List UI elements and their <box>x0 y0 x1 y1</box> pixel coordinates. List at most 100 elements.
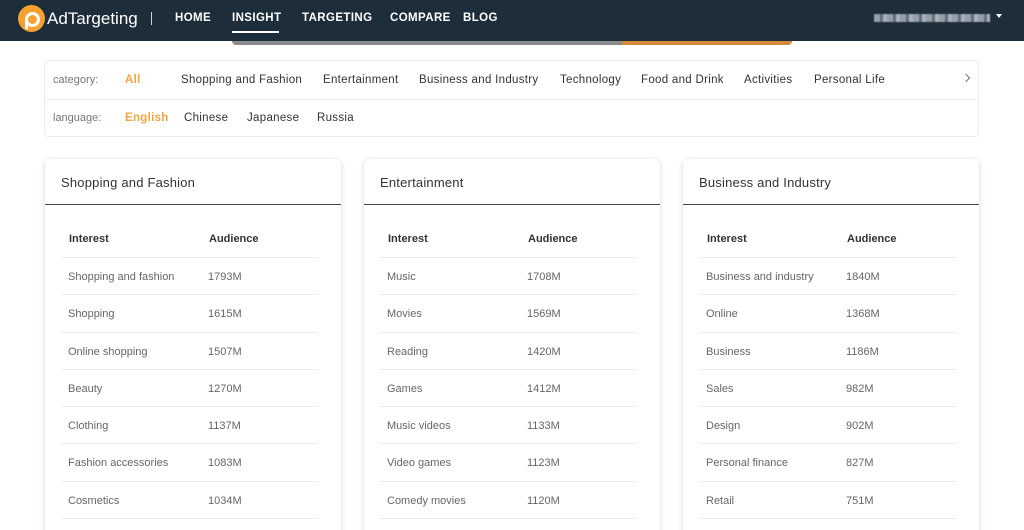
card-business-and-industry: Business and Industry Interest Audience … <box>683 159 979 530</box>
column-header-interest: Interest <box>69 233 109 245</box>
audience-value: 1507M <box>208 345 242 358</box>
audience-value: 1270M <box>208 382 242 395</box>
nav-active-indicator <box>232 31 279 33</box>
interest-name: Online shopping <box>68 345 148 358</box>
logo[interactable]: AdTargeting <box>18 5 138 32</box>
column-header-audience: Audience <box>209 233 259 245</box>
nav-blog[interactable]: BLOG <box>463 12 498 24</box>
table-row: Fashion accessories 1083M <box>61 443 318 480</box>
table-row <box>699 518 956 530</box>
nav-insight[interactable]: INSIGHT <box>232 12 281 24</box>
table-row: Clothing 1137M <box>61 406 318 443</box>
audience-value: 1034M <box>208 494 242 507</box>
audience-value: 1120M <box>527 494 560 507</box>
language-chinese[interactable]: Chinese <box>184 112 228 124</box>
interest-name: Sales <box>706 382 734 395</box>
card-shopping-and-fashion: Shopping and Fashion Interest Audience S… <box>45 159 341 530</box>
interest-name: Business and industry <box>706 271 814 283</box>
audience-value: 1569M <box>527 308 561 321</box>
table-row: Personal finance 827M <box>699 443 956 480</box>
nav-home[interactable]: HOME <box>175 12 211 24</box>
nav-compare[interactable]: COMPARE <box>390 12 451 24</box>
user-account-name[interactable] <box>874 14 990 22</box>
column-header-audience: Audience <box>528 233 578 245</box>
interest-name: Cosmetics <box>68 494 120 507</box>
interest-name: Music <box>387 271 416 283</box>
interest-name: Fashion accessories <box>68 457 169 470</box>
audience-value: 1840M <box>846 271 880 283</box>
table-row: Movies 1569M <box>380 294 637 331</box>
interest-name: Movies <box>387 308 422 321</box>
table-row: Cosmetics 1034M <box>61 480 318 518</box>
column-header-interest: Interest <box>707 233 747 245</box>
interest-table: Business and industry 1840M Online 1368M B… <box>699 257 956 530</box>
audience-value: 751M <box>846 494 874 507</box>
category-personal-life[interactable]: Personal Life <box>814 74 885 86</box>
card-title: Entertainment <box>380 175 464 190</box>
caret-down-icon[interactable] <box>996 14 1002 18</box>
column-header-audience: Audience <box>847 233 897 245</box>
audience-value: 1368M <box>846 308 880 321</box>
card-title: Shopping and Fashion <box>61 175 196 190</box>
audience-value: 1793M <box>208 271 242 283</box>
interest-name: Shopping and fashion <box>68 271 175 283</box>
category-all[interactable]: All <box>125 74 141 86</box>
chevron-right-icon[interactable] <box>961 73 971 83</box>
interest-name: Beauty <box>68 382 103 395</box>
table-row: Shopping and fashion 1793M <box>61 257 318 294</box>
search-button-edge[interactable] <box>622 41 792 45</box>
search-bar-edge <box>232 41 792 45</box>
language-russia[interactable]: Russia <box>317 112 354 124</box>
table-row: Online 1368M <box>699 294 956 331</box>
interest-name: Business <box>706 345 751 358</box>
nav-divider <box>151 12 152 25</box>
filter-panel: category: All Shopping and Fashion Enter… <box>44 60 979 137</box>
nav-targeting[interactable]: TARGETING <box>302 12 372 24</box>
audience-value: 1137M <box>208 420 241 433</box>
interest-name: Music videos <box>387 420 451 433</box>
audience-value: 827M <box>846 457 874 470</box>
table-row: Beauty 1270M <box>61 368 318 406</box>
category-entertainment[interactable]: Entertainment <box>323 74 399 86</box>
interest-name: Online <box>706 308 738 321</box>
table-row: Business and industry 1840M <box>699 257 956 294</box>
language-label: language: <box>53 112 102 124</box>
table-row: Shopping 1615M <box>61 294 318 331</box>
table-row <box>61 518 318 530</box>
top-nav-bar: AdTargeting HOME INSIGHT TARGETING COMPA… <box>0 0 1024 41</box>
category-shopping-and-fashion[interactable]: Shopping and Fashion <box>181 74 302 86</box>
brand-name: AdTargeting <box>47 8 138 28</box>
category-technology[interactable]: Technology <box>560 74 621 86</box>
logo-icon <box>18 5 45 32</box>
table-row: Business 1186M <box>699 331 956 369</box>
filter-divider <box>45 99 978 100</box>
category-food-and-drink[interactable]: Food and Drink <box>641 74 724 86</box>
interest-name: Comedy movies <box>387 494 466 507</box>
language-english[interactable]: English <box>125 112 169 124</box>
table-row: Games 1412M <box>380 368 637 406</box>
table-row: Music 1708M <box>380 257 637 294</box>
audience-value: 1412M <box>527 382 561 395</box>
interest-name: Video games <box>387 457 452 470</box>
table-row: Design 902M <box>699 406 956 443</box>
card-divider <box>683 204 979 205</box>
table-row: Online shopping 1507M <box>61 331 318 369</box>
audience-value: 1186M <box>846 345 879 358</box>
audience-value: 1615M <box>208 308 242 321</box>
interest-name: Personal finance <box>706 457 788 470</box>
table-row: Reading 1420M <box>380 331 637 369</box>
card-divider <box>45 204 341 205</box>
category-activities[interactable]: Activities <box>744 74 792 86</box>
interest-name: Retail <box>706 494 735 507</box>
table-row <box>380 518 637 530</box>
interest-name: Shopping <box>68 308 115 321</box>
table-row: Retail 751M <box>699 480 956 518</box>
category-business-and-industry[interactable]: Business and Industry <box>419 74 538 86</box>
audience-value: 1123M <box>527 457 560 470</box>
audience-value: 982M <box>846 382 874 395</box>
interest-table: Music 1708M Movies 1569M Reading 1420M Game… <box>380 257 637 530</box>
interest-name: Clothing <box>68 420 109 433</box>
table-row: Sales 982M <box>699 368 956 406</box>
language-japanese[interactable]: Japanese <box>247 112 299 124</box>
audience-value: 1083M <box>208 457 242 470</box>
